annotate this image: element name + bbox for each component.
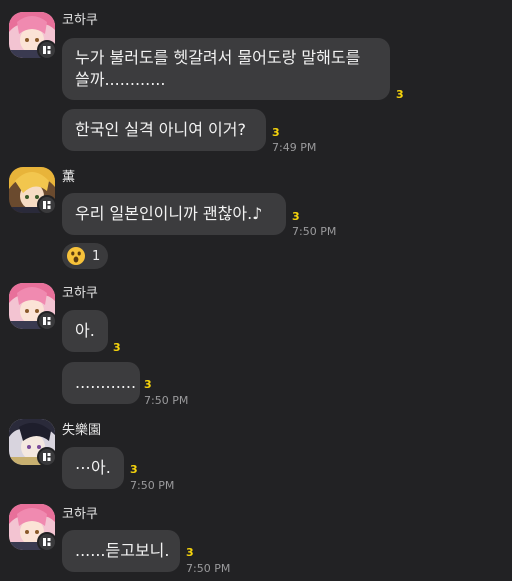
message-text: ............ xyxy=(75,373,137,392)
unread-count: 3 xyxy=(144,378,152,391)
surprised-face-icon xyxy=(67,247,85,265)
sender-name: 코하쿠 xyxy=(62,507,98,522)
chat-view: 코하쿠 누가 불러도를 헷갈려서 물어도랑 말해도를 쓸까...........… xyxy=(0,0,512,581)
message-bubble[interactable]: ............ xyxy=(62,362,140,404)
sender-name: 코하쿠 xyxy=(62,13,98,28)
unread-count: 3 xyxy=(272,126,280,139)
timestamp: 7:50 PM xyxy=(186,562,231,575)
sender-name: 失樂園 xyxy=(62,423,102,438)
timestamp: 7:49 PM xyxy=(272,141,317,154)
unread-count: 3 xyxy=(396,88,404,101)
unread-count: 3 xyxy=(113,341,121,354)
sender-name: 薫 xyxy=(62,170,76,185)
message-bubble[interactable]: 누가 불러도를 헷갈려서 물어도랑 말해도를 쓸까............ xyxy=(62,38,390,100)
timestamp: 7:50 PM xyxy=(292,225,337,238)
message-text: 한국인 실격 아니여 이거? xyxy=(75,120,246,139)
apps-badge-icon xyxy=(37,532,57,552)
message-bubble[interactable]: 우리 일본인이니까 괜찮아.♪ xyxy=(62,193,286,235)
unread-count: 3 xyxy=(292,210,300,223)
timestamp: 7:50 PM xyxy=(144,394,189,407)
reaction-count: 1 xyxy=(92,248,101,264)
message-bubble[interactable]: 한국인 실격 아니여 이거? xyxy=(62,109,266,151)
apps-badge-icon xyxy=(37,447,57,467)
message-text: ......듣고보니. xyxy=(75,541,170,560)
reaction-chip[interactable]: 1 xyxy=(62,243,109,269)
apps-badge-icon xyxy=(37,195,57,215)
apps-badge-icon xyxy=(37,311,57,331)
message-text: 우리 일본인이니까 괜찮아.♪ xyxy=(75,204,263,223)
unread-count: 3 xyxy=(130,463,138,476)
message-bubble[interactable]: ⋯아. xyxy=(62,447,124,489)
message-text: 아. xyxy=(75,321,95,340)
sender-name: 코하쿠 xyxy=(62,286,98,301)
message-bubble[interactable]: 아. xyxy=(62,310,108,352)
message-bubble[interactable]: ......듣고보니. xyxy=(62,530,180,572)
message-text: 쓸까............ xyxy=(75,70,166,89)
unread-count: 3 xyxy=(186,546,194,559)
message-text: 누가 불러도를 헷갈려서 물어도랑 말해도를 xyxy=(75,48,361,67)
apps-badge-icon xyxy=(37,40,57,60)
timestamp: 7:50 PM xyxy=(130,479,175,492)
message-text: ⋯아. xyxy=(75,458,111,477)
